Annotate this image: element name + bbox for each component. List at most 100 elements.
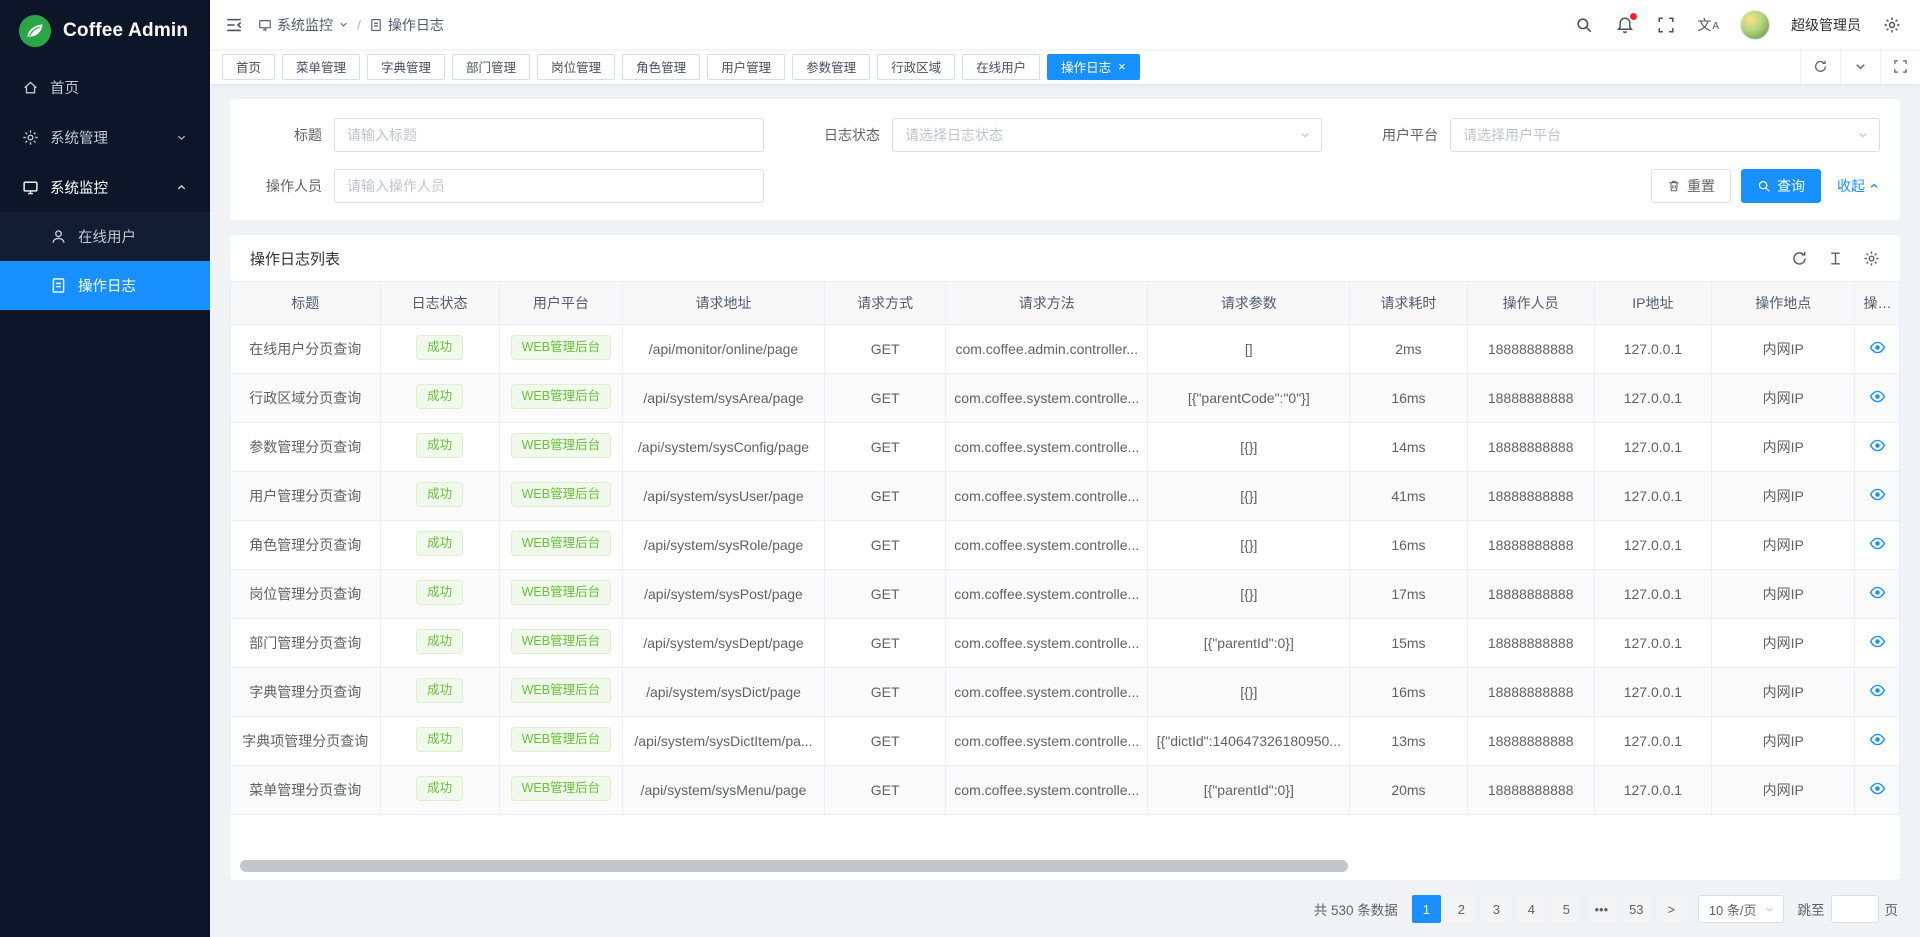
sidebar-submenu-monitor: 在线用户 操作日志 (0, 212, 210, 310)
tab-label: 岗位管理 (551, 57, 601, 76)
fullscreen-button[interactable] (1656, 15, 1676, 35)
view-detail-icon[interactable] (1869, 486, 1886, 503)
logo-text: Coffee Admin (63, 20, 188, 42)
header-search-button[interactable] (1574, 15, 1594, 35)
status-select[interactable]: 请选择日志状态 (892, 118, 1322, 152)
tab-user-management[interactable]: 用户管理 (707, 54, 785, 80)
cell-title: 字典管理分页查询 (231, 668, 381, 717)
cell-method: GET (825, 570, 946, 619)
cell-platform: WEB管理后台 (499, 570, 622, 619)
reset-button[interactable]: 重置 (1651, 169, 1731, 203)
breadcrumb-item-system-monitor[interactable]: 系统监控 (258, 15, 349, 35)
card-tools (1791, 250, 1880, 267)
tab-label: 首页 (236, 57, 261, 76)
sidebar-item-online-users[interactable]: 在线用户 (0, 212, 210, 261)
operator-input[interactable] (334, 169, 764, 203)
tabs-refresh-button[interactable] (1800, 49, 1840, 84)
table-row[interactable]: 行政区域分页查询 成功 WEB管理后台 /api/system/sysArea/… (231, 374, 1900, 423)
table-row[interactable]: 字典管理分页查询 成功 WEB管理后台 /api/system/sysDict/… (231, 668, 1900, 717)
view-detail-icon[interactable] (1869, 731, 1886, 748)
page-size-select[interactable]: 10 条/页 (1698, 895, 1784, 923)
view-detail-icon[interactable] (1869, 682, 1886, 699)
cell-location: 内网IP (1712, 472, 1855, 521)
table-row[interactable]: 角色管理分页查询 成功 WEB管理后台 /api/system/sysRole/… (231, 521, 1900, 570)
cell-platform: WEB管理后台 (499, 325, 622, 374)
jump-to-input[interactable] (1831, 895, 1879, 923)
tab-area-management[interactable]: 行政区域 (877, 54, 955, 80)
page-ellipsis[interactable]: ••• (1587, 895, 1616, 923)
refresh-icon (1813, 59, 1828, 74)
page-button-1[interactable]: 1 (1412, 895, 1441, 923)
search-button[interactable]: 查询 (1741, 169, 1821, 203)
content-fullscreen-button[interactable] (1880, 49, 1920, 84)
table-header-row: 标题 日志状态 用户平台 请求地址 请求方式 请求方法 请求参数 请求耗时 操作… (231, 282, 1900, 325)
sidebar-collapse-button[interactable] (224, 15, 244, 35)
table-size-button[interactable] (1827, 250, 1844, 267)
view-detail-icon[interactable] (1869, 780, 1886, 797)
view-detail-icon[interactable] (1869, 437, 1886, 454)
tabs-options-button[interactable] (1840, 49, 1880, 84)
table-row[interactable]: 部门管理分页查询 成功 WEB管理后台 /api/system/sysDept/… (231, 619, 1900, 668)
tab-config-management[interactable]: 参数管理 (792, 54, 870, 80)
breadcrumb-item-operation-log: 操作日志 (369, 15, 444, 35)
layout-settings-button[interactable] (1882, 15, 1902, 35)
table-refresh-button[interactable] (1791, 250, 1808, 267)
platform-tag: WEB管理后台 (511, 727, 611, 752)
tab-home[interactable]: 首页 (222, 54, 275, 80)
tab-dept-management[interactable]: 部门管理 (452, 54, 530, 80)
search-label: 查询 (1777, 176, 1805, 196)
col-header-title: 标题 (231, 282, 381, 325)
tab-label: 参数管理 (806, 57, 856, 76)
table-row[interactable]: 字典项管理分页查询 成功 WEB管理后台 /api/system/sysDict… (231, 717, 1900, 766)
horizontal-scrollbar (238, 860, 1892, 872)
title-input[interactable] (334, 118, 764, 152)
collapse-filter-link[interactable]: 收起 (1837, 176, 1880, 196)
tab-post-management[interactable]: 岗位管理 (537, 54, 615, 80)
cell-duration: 16ms (1350, 668, 1467, 717)
platform-select[interactable]: 请选择用户平台 (1450, 118, 1880, 152)
cell-actions (1855, 325, 1900, 374)
view-detail-icon[interactable] (1869, 339, 1886, 356)
column-settings-button[interactable] (1863, 250, 1880, 267)
tab-menu-management[interactable]: 菜单管理 (282, 54, 360, 80)
table-row[interactable]: 在线用户分页查询 成功 WEB管理后台 /api/monitor/online/… (231, 325, 1900, 374)
sidebar-item-operation-log[interactable]: 操作日志 (0, 261, 210, 310)
notification-button[interactable] (1615, 15, 1635, 35)
page-button-3[interactable]: 3 (1482, 895, 1511, 923)
scrollbar-thumb[interactable] (240, 860, 1348, 872)
table-row[interactable]: 菜单管理分页查询 成功 WEB管理后台 /api/system/sysMenu/… (231, 766, 1900, 815)
page-button-4[interactable]: 4 (1517, 895, 1546, 923)
cell-function: com.coffee.system.controlle... (946, 570, 1148, 619)
view-detail-icon[interactable] (1869, 535, 1886, 552)
tab-online-users[interactable]: 在线用户 (962, 54, 1040, 80)
tab-operation-log[interactable]: 操作日志 × (1047, 54, 1140, 80)
tab-dict-management[interactable]: 字典管理 (367, 54, 445, 80)
cell-title: 字典项管理分页查询 (231, 717, 381, 766)
next-page-button[interactable]: > (1657, 895, 1686, 923)
tab-role-management[interactable]: 角色管理 (622, 54, 700, 80)
sidebar-item-system-management[interactable]: 系统管理 (0, 112, 210, 162)
page-button-5[interactable]: 5 (1552, 895, 1581, 923)
tab-label: 字典管理 (381, 57, 431, 76)
cell-status: 成功 (380, 521, 499, 570)
col-header-function: 请求方法 (946, 282, 1148, 325)
table-row[interactable]: 用户管理分页查询 成功 WEB管理后台 /api/system/sysUser/… (231, 472, 1900, 521)
table-row[interactable]: 参数管理分页查询 成功 WEB管理后台 /api/system/sysConfi… (231, 423, 1900, 472)
view-detail-icon[interactable] (1869, 388, 1886, 405)
app-logo[interactable]: Coffee Admin (0, 0, 210, 62)
user-avatar[interactable] (1740, 10, 1770, 40)
sidebar-item-home[interactable]: 首页 (0, 62, 210, 112)
chevron-up-icon (175, 181, 188, 194)
view-detail-icon[interactable] (1869, 584, 1886, 601)
page-button-2[interactable]: 2 (1447, 895, 1476, 923)
current-user-name[interactable]: 超级管理员 (1791, 15, 1861, 35)
language-switch-button[interactable]: 文A (1697, 18, 1719, 32)
tab-label: 在线用户 (976, 57, 1026, 76)
table-row[interactable]: 岗位管理分页查询 成功 WEB管理后台 /api/system/sysPost/… (231, 570, 1900, 619)
page-button-53[interactable]: 53 (1622, 895, 1651, 923)
view-detail-icon[interactable] (1869, 633, 1886, 650)
translate-icon: A (1712, 22, 1719, 32)
tab-close-icon[interactable]: × (1118, 60, 1126, 73)
home-icon (22, 79, 39, 96)
sidebar-item-system-monitor[interactable]: 系统监控 (0, 162, 210, 212)
